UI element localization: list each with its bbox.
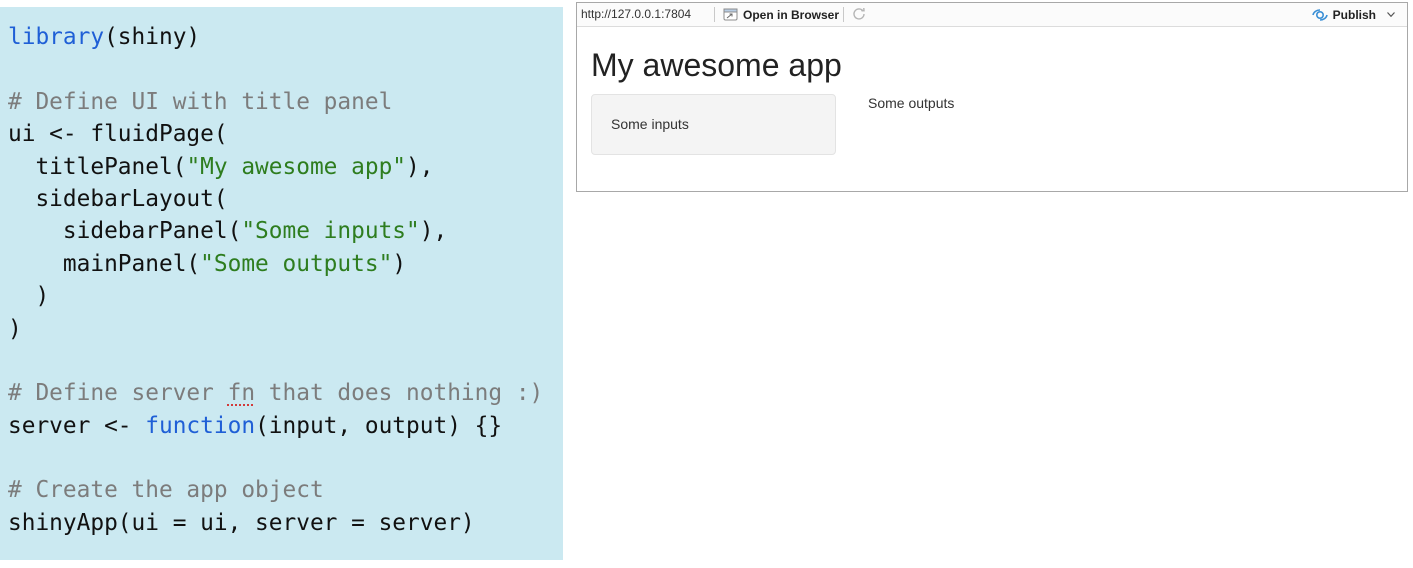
code-token-plain: sidebarPanel( xyxy=(8,218,242,245)
code-token-plain: (input, output) {} xyxy=(255,412,503,439)
shiny-app-preview: My awesome app Some inputs Some outputs xyxy=(577,27,1407,191)
code-token-string: "My awesome app" xyxy=(186,153,407,180)
sidebar-panel-text: Some inputs xyxy=(611,116,689,132)
code-line: server <- function(input, output) {} xyxy=(8,410,543,442)
code-token-plain: ) xyxy=(8,315,22,342)
chevron-down-icon[interactable] xyxy=(1387,12,1395,17)
code-line: ) xyxy=(8,280,543,312)
sidebar-panel: Some inputs xyxy=(591,94,836,155)
publish-label: Publish xyxy=(1332,7,1376,22)
code-token-plain: (shiny) xyxy=(104,24,201,50)
code-token-plain: sidebarLayout( xyxy=(8,185,228,212)
viewer-url: http://127.0.0.1:7804 xyxy=(581,7,692,21)
code-token-comment: # Define UI with title panel xyxy=(8,88,393,115)
code-line: shinyApp(ui = ui, server = server) xyxy=(8,507,543,539)
code-line: ) xyxy=(8,313,543,345)
code-token-plain: mainPanel( xyxy=(8,250,201,277)
code-line: titlePanel("My awesome app"), xyxy=(8,151,543,183)
code-token-plain: shinyApp(ui = ui, server = server) xyxy=(8,509,475,536)
publish-icon xyxy=(1311,8,1328,21)
open-in-browser-button[interactable]: Open in Browser xyxy=(723,6,839,23)
code-token-string: "Some inputs" xyxy=(241,218,420,245)
code-token-comment: that does nothing :) xyxy=(255,380,544,407)
code-token-string: "Some outputs" xyxy=(200,250,393,277)
code-line: mainPanel("Some outputs") xyxy=(8,248,543,280)
r-source-code: library(shiny) # Define UI with title pa… xyxy=(8,21,543,539)
code-line: library(shiny) xyxy=(8,21,543,53)
code-line: sidebarPanel("Some inputs"), xyxy=(8,215,543,247)
code-token-comment: # Create the app object xyxy=(8,477,324,504)
refresh-icon[interactable] xyxy=(851,6,867,22)
code-token-keyword: function xyxy=(145,412,256,439)
spellcheck-flagged-token: fn xyxy=(227,380,256,407)
code-token-keyword: library xyxy=(8,24,105,50)
code-line: # Define UI with title panel xyxy=(8,86,543,118)
open-in-browser-label: Open in Browser xyxy=(743,7,840,22)
code-line: # Create the app object xyxy=(8,474,543,506)
viewer-toolbar: http://127.0.0.1:7804 Open in Browser Pu… xyxy=(577,3,1407,27)
code-token-plain: ) xyxy=(392,250,407,277)
viewer-pane: http://127.0.0.1:7804 Open in Browser Pu… xyxy=(576,2,1408,192)
code-token-plain: ui <- fluidPage( xyxy=(8,121,228,148)
code-editor-panel: library(shiny) # Define UI with title pa… xyxy=(0,7,563,560)
code-token-plain: ) xyxy=(8,283,50,310)
app-title: My awesome app xyxy=(591,47,842,83)
code-line: ui <- fluidPage( xyxy=(8,118,543,150)
toolbar-divider xyxy=(843,7,844,22)
publish-button[interactable]: Publish xyxy=(1311,6,1395,23)
toolbar-divider xyxy=(714,7,715,22)
code-token-plain: ), xyxy=(406,153,434,180)
main-panel-text: Some outputs xyxy=(868,95,955,111)
code-line: # Define server fn that does nothing :) xyxy=(8,377,543,409)
code-token-plain: server <- xyxy=(8,412,146,439)
code-line: sidebarLayout( xyxy=(8,183,543,215)
code-token-plain: titlePanel( xyxy=(8,153,187,180)
browser-window-icon xyxy=(723,8,738,21)
code-token-plain: ), xyxy=(419,218,448,245)
code-token-comment: # Define server xyxy=(8,380,228,407)
